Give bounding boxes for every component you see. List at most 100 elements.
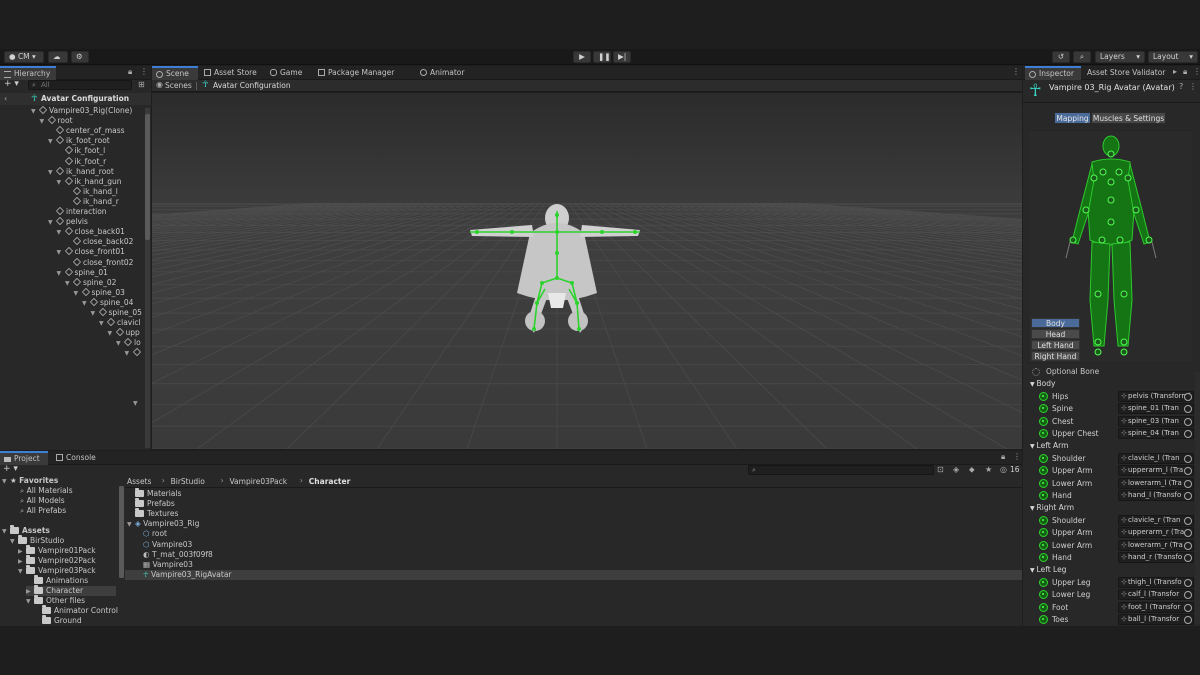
tab-inspector[interactable]: Inspector <box>1025 66 1081 80</box>
hierarchy-item[interactable]: ik_hand_r <box>65 196 119 207</box>
expand-arrow-icon[interactable]: ▼ <box>74 289 82 299</box>
expand-arrow-icon[interactable]: ▼ <box>40 117 48 127</box>
expand-arrow-icon[interactable]: ▼ <box>10 537 18 547</box>
expand-arrow-icon[interactable]: ▼ <box>125 349 133 359</box>
bone-status-icon[interactable] <box>1039 528 1048 537</box>
bone-transform-field[interactable]: foot_l (Transfor <box>1118 601 1194 613</box>
bone-transform-field[interactable]: hand_r (Transfo <box>1118 552 1194 563</box>
hierarchy-item[interactable]: ▼ spine_02 <box>65 277 116 289</box>
expand-arrow-icon[interactable]: ▼ <box>133 400 138 407</box>
cloud-button[interactable]: ☁ <box>48 51 68 63</box>
hierarchy-item[interactable]: ▼ spine_03 <box>74 287 125 299</box>
breadcrumb-item[interactable]: Assets <box>127 477 151 486</box>
bone-transform-field[interactable]: clavicle_r (Tran <box>1118 514 1194 526</box>
more-icon[interactable]: ⋮ <box>1193 67 1200 76</box>
expand-arrow-icon[interactable]: ▼ <box>65 279 73 289</box>
project-folder-item[interactable]: ▼ Vampire03Pack <box>18 565 96 577</box>
tab-asset-store-validator[interactable]: Asset Store Validator <box>1083 66 1169 80</box>
body-part-head[interactable]: Head <box>1031 329 1080 339</box>
hierarchy-item[interactable]: center_of_mass <box>48 126 125 136</box>
hierarchy-item[interactable]: ▼ ik_foot_root <box>48 136 110 146</box>
project-file-item[interactable]: Prefabs <box>125 498 175 509</box>
bone-status-icon[interactable] <box>1039 553 1048 562</box>
search-by-label-icon[interactable]: ◈ <box>953 465 959 474</box>
expand-arrow-icon[interactable]: ▼ <box>82 299 90 309</box>
more-icon[interactable]: ⋮ <box>1012 67 1020 76</box>
lock-icon[interactable]: 🔒︎ <box>128 67 132 77</box>
bone-transform-field[interactable]: spine_04 (Tran <box>1118 428 1194 439</box>
history-button[interactable]: ↺ <box>1052 51 1070 63</box>
body-part-body[interactable]: Body <box>1031 318 1080 328</box>
favorite-search-item[interactable]: ⌕ All Materials <box>12 486 73 496</box>
tag-icon[interactable]: ⬥ <box>969 465 975 475</box>
expand-arrow-icon[interactable]: ▼ <box>18 567 26 577</box>
bone-transform-field[interactable]: upperarm_l (Tra <box>1118 465 1194 476</box>
bone-status-icon[interactable] <box>1039 577 1048 587</box>
scene-viewport[interactable] <box>152 93 1022 449</box>
hierarchy-item[interactable]: ik_hand_l <box>65 186 118 197</box>
bone-transform-field[interactable]: thigh_l (Transfo <box>1118 576 1194 588</box>
project-file-item[interactable]: ▼ ◈ Vampire03_Rig <box>125 519 199 529</box>
help-icon[interactable]: ? <box>1179 82 1183 91</box>
favorites-root[interactable]: ▼ ★ Favorites <box>2 476 58 486</box>
project-folder-item[interactable]: ▼ Other files <box>26 595 85 607</box>
bone-status-icon[interactable] <box>1039 602 1048 612</box>
breadcrumb-item[interactable]: Vampire03Pack <box>230 477 288 486</box>
hierarchy-item[interactable]: ▼ ik_hand_root <box>48 166 114 178</box>
lock-icon[interactable]: 🔒︎ <box>1183 67 1187 77</box>
hierarchy-item[interactable]: ▼ spine_01 <box>57 267 108 278</box>
bone-status-icon[interactable] <box>1039 615 1048 624</box>
search-button[interactable]: ⌕ <box>1073 51 1091 63</box>
hierarchy-item[interactable]: ik_foot_r <box>57 156 106 167</box>
expand-arrow-icon[interactable]: ▼ <box>91 309 99 319</box>
breadcrumb-item[interactable]: BirStudio <box>171 477 205 486</box>
project-tree-scrollbar[interactable] <box>119 486 124 578</box>
scrollbar-thumb[interactable] <box>145 114 150 240</box>
bone-status-icon[interactable] <box>1039 540 1048 550</box>
project-file-item[interactable]: ☥ Vampire03_RigAvatar <box>125 569 1022 580</box>
hierarchy-item[interactable]: ▼ upp <box>108 328 140 338</box>
hierarchy-item[interactable]: ▼ <box>125 348 143 358</box>
bone-transform-field[interactable]: lowerarm_l (Tra <box>1118 477 1194 489</box>
body-part-right-hand[interactable]: Right Hand <box>1031 351 1080 361</box>
project-file-item[interactable]: ◐ T_mat_003f09f8 <box>125 550 213 560</box>
expand-arrow-icon[interactable]: ▼ <box>48 137 56 147</box>
layout-dropdown[interactable]: Layout ▾ <box>1148 51 1198 63</box>
star-icon[interactable]: ★ <box>985 465 992 474</box>
bone-status-icon[interactable] <box>1039 491 1048 500</box>
hierarchy-item[interactable]: ▼ lo <box>116 338 141 348</box>
play-button[interactable]: ▶ <box>573 51 591 63</box>
step-button[interactable]: ▶| <box>613 51 631 63</box>
expand-arrow-icon[interactable]: ▼ <box>48 218 56 228</box>
assets-root[interactable]: ▼ Assets <box>2 525 50 537</box>
bone-transform-field[interactable]: lowerarm_r (Tra <box>1118 539 1194 551</box>
hierarchy-item[interactable]: interaction <box>48 206 107 217</box>
bone-section-header[interactable]: ▼ Right Arm <box>1030 503 1074 513</box>
hierarchy-item[interactable]: ▼ close_back01 <box>57 227 125 237</box>
bone-transform-field[interactable]: hand_l (Transfo <box>1118 490 1194 501</box>
project-folder-item[interactable]: ▶ Character <box>26 585 116 596</box>
breadcrumb-scenes[interactable]: Scenes <box>165 81 192 90</box>
expand-arrow-icon[interactable]: ▼ <box>26 597 34 607</box>
hierarchy-item[interactable]: ▼ close_front01 <box>57 247 125 257</box>
expand-arrow-icon[interactable]: ▼ <box>57 178 65 188</box>
expand-arrow-icon[interactable]: ▼ <box>2 527 10 537</box>
layers-dropdown[interactable]: Layers ▾ <box>1095 51 1145 63</box>
favorite-search-item[interactable]: ⌕ All Models <box>12 496 65 506</box>
tabs-overflow-icon[interactable]: ▸ <box>1173 67 1177 76</box>
account-dropdown[interactable]: ● CM ▾ <box>4 51 44 63</box>
hierarchy-header[interactable]: ‹ ☥ Avatar Configuration <box>0 93 151 105</box>
project-file-item[interactable]: Textures <box>125 508 178 519</box>
hierarchy-scrollbar[interactable] <box>145 108 150 448</box>
bone-transform-field[interactable]: ball_l (Transfor <box>1118 614 1194 625</box>
expand-arrow-icon[interactable]: ▼ <box>48 168 56 178</box>
inspector-scrollbar[interactable] <box>1195 372 1200 624</box>
expand-arrow-icon[interactable]: ▼ <box>57 248 65 258</box>
tab-animator[interactable]: Animator <box>416 66 476 80</box>
bone-transform-field[interactable]: spine_03 (Tran <box>1118 415 1194 427</box>
project-search-input[interactable]: ⌕ <box>748 465 934 475</box>
bone-section-header[interactable]: ▼ Body <box>1030 379 1055 389</box>
pause-button[interactable]: ❚❚ <box>593 51 611 63</box>
tab-console[interactable]: Console <box>52 451 100 465</box>
add-icon[interactable]: + ▾ <box>4 79 19 89</box>
